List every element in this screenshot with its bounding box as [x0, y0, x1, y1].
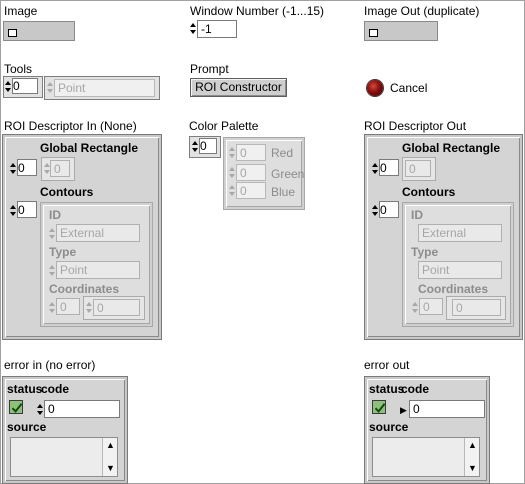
tools-index-field[interactable]: 0 — [12, 78, 38, 94]
image-control[interactable] — [3, 21, 75, 41]
error-in-status-checkbox[interactable] — [9, 400, 23, 414]
error-in-source-scrollbar[interactable]: ▲ ▼ — [102, 438, 117, 476]
error-in-label: error in (no error) — [4, 358, 96, 372]
error-in-code-label: code — [41, 382, 70, 396]
image-out-indicator — [364, 21, 438, 41]
roi-out-coords-label: Coordinates — [418, 282, 489, 296]
roi-out-coords-index[interactable]: 0 — [419, 298, 443, 315]
blue-spinner[interactable] — [229, 183, 236, 199]
green-label: Green — [271, 167, 305, 181]
tools-value-field[interactable]: Point — [54, 79, 155, 97]
roi-out-type-value: Point — [418, 261, 502, 279]
green-spinner[interactable] — [229, 165, 236, 181]
image-out-label: Image Out (duplicate) — [364, 4, 480, 18]
error-in-status-label: status — [7, 382, 43, 396]
error-out-source-scrollbar[interactable]: ▲ ▼ — [464, 438, 479, 476]
roi-in-global-rect-label: Global Rectangle — [40, 141, 139, 155]
color-palette-spinner[interactable] — [192, 139, 199, 155]
roi-in-global-rect-index[interactable]: 0 — [17, 159, 37, 176]
roi-in-type-spinner[interactable] — [49, 263, 56, 279]
red-label: Red — [271, 146, 294, 160]
blue-value[interactable]: 0 — [236, 182, 266, 199]
error-out-source-field: ▲ ▼ — [372, 437, 480, 477]
roi-in-coords-value-spinner[interactable] — [86, 300, 93, 316]
roi-in-coords-value[interactable]: 0 — [93, 299, 140, 316]
roi-in-contours-index[interactable]: 0 — [17, 201, 37, 218]
color-palette-label: Color Palette — [189, 119, 259, 133]
tools-index-spinner[interactable] — [5, 79, 12, 95]
cancel-led-icon[interactable] — [367, 80, 383, 96]
roi-out-contours-spinner[interactable] — [372, 203, 379, 219]
roi-out-id-value: External — [418, 224, 502, 242]
scroll-up-icon[interactable]: ▲ — [106, 441, 115, 450]
roi-out-type-label: Type — [411, 245, 439, 259]
red-spinner[interactable] — [229, 145, 236, 161]
image-icon — [8, 29, 17, 37]
error-out-label: error out — [364, 358, 410, 372]
roi-out-label: ROI Descriptor Out — [364, 119, 467, 133]
error-out-code-field: 0 — [409, 400, 485, 418]
roi-out-contours-label: Contours — [402, 185, 456, 199]
checkmark-icon — [11, 403, 23, 413]
blue-label: Blue — [271, 185, 296, 199]
checkmark-icon — [374, 403, 386, 413]
roi-out-global-rect-spinner[interactable] — [372, 161, 379, 177]
roi-in-coords-spinner[interactable] — [49, 300, 56, 316]
roi-in-contours-label: Contours — [40, 185, 94, 199]
window-number-label: Window Number (-1...15) — [190, 4, 325, 18]
cancel-label: Cancel — [390, 81, 428, 95]
roi-out-contours-index[interactable]: 0 — [379, 201, 399, 218]
roi-in-type-value[interactable]: Point — [56, 261, 140, 279]
error-out-status-indicator — [372, 400, 386, 414]
color-palette-index[interactable]: 0 — [199, 138, 217, 154]
red-value[interactable]: 0 — [236, 144, 266, 161]
roi-in-global-rect-spinner[interactable] — [10, 161, 17, 177]
roi-in-contours-spinner[interactable] — [10, 203, 17, 219]
roi-in-id-value[interactable]: External — [56, 224, 140, 242]
roi-out-coords-spinner[interactable] — [412, 300, 419, 316]
error-in-code-spinner[interactable] — [37, 402, 44, 418]
roi-constructor-button[interactable]: ROI Constructor — [190, 78, 287, 97]
tools-label: Tools — [4, 62, 33, 76]
roi-out-global-rect-value: 0 — [405, 160, 431, 177]
green-value[interactable]: 0 — [236, 164, 266, 181]
roi-in-coords-index[interactable]: 0 — [56, 298, 80, 315]
error-out-code-radix-icon: ▶ — [400, 405, 407, 415]
error-in-code-field[interactable]: 0 — [44, 400, 120, 418]
roi-in-global-rect-value[interactable]: 0 — [50, 160, 70, 177]
error-out-status-label: status — [369, 382, 405, 396]
roi-out-global-rect-index[interactable]: 0 — [379, 159, 399, 176]
error-in-source-field[interactable]: ▲ ▼ — [10, 437, 118, 477]
error-in-source-label: source — [7, 420, 47, 434]
image-icon — [369, 29, 378, 37]
tools-value-spinner[interactable] — [47, 80, 54, 96]
prompt-label: Prompt — [190, 62, 229, 76]
roi-out-global-rect-label: Global Rectangle — [402, 141, 501, 155]
window-number-spinner[interactable] — [190, 21, 197, 37]
roi-in-type-label: Type — [49, 245, 77, 259]
error-out-source-label: source — [369, 420, 409, 434]
roi-out-coords-value: 0 — [452, 299, 501, 316]
error-out-code-label: code — [401, 382, 430, 396]
scroll-down-icon[interactable]: ▼ — [468, 464, 477, 473]
roi-in-id-spinner[interactable] — [49, 226, 56, 242]
scroll-down-icon[interactable]: ▼ — [106, 464, 115, 473]
roi-in-id-label: ID — [49, 208, 61, 222]
roi-in-label: ROI Descriptor In (None) — [4, 119, 137, 133]
scroll-up-icon[interactable]: ▲ — [468, 441, 477, 450]
window-number-field[interactable]: -1 — [197, 20, 237, 38]
roi-in-coords-label: Coordinates — [49, 282, 120, 296]
image-label: Image — [4, 4, 38, 18]
roi-out-id-label: ID — [411, 208, 423, 222]
